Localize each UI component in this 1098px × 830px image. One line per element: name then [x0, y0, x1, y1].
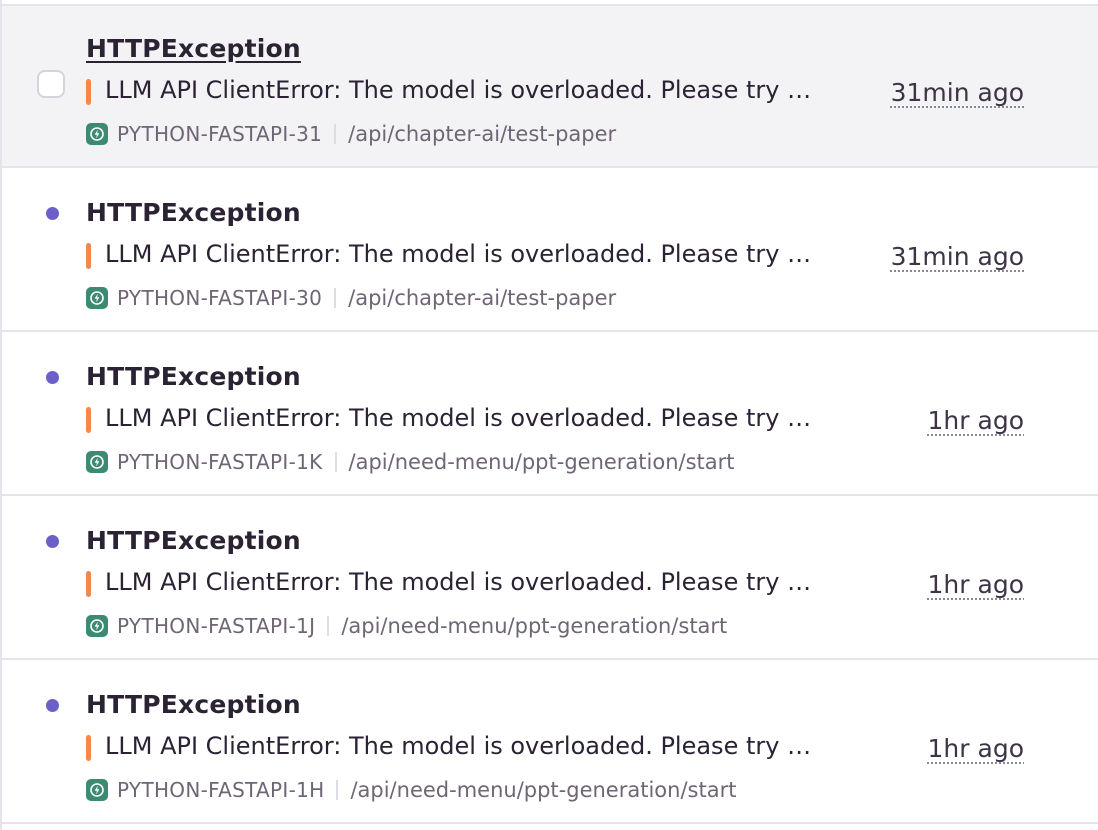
- issue-culprit: /api/need-menu/ppt-generation/start: [348, 450, 735, 474]
- issue-row[interactable]: HTTPException LLM API ClientError: The m…: [2, 498, 1098, 660]
- issue-title[interactable]: HTTPException: [86, 690, 301, 719]
- issue-list: HTTPException LLM API ClientError: The m…: [0, 0, 1098, 830]
- python-fastapi-bolt-icon: [86, 123, 108, 145]
- issue-last-seen[interactable]: 31min ago: [891, 242, 1024, 271]
- issue-message: LLM API ClientError: The model is overlo…: [105, 404, 821, 432]
- meta-separator: [334, 288, 337, 308]
- issue-last-seen[interactable]: 1hr ago: [928, 570, 1024, 599]
- issue-last-seen[interactable]: 31min ago: [891, 78, 1024, 107]
- issue-meta: PYTHON-FASTAPI-1J /api/need-menu/ppt-gen…: [86, 611, 727, 641]
- unread-indicator: [46, 699, 59, 712]
- issue-culprit: /api/chapter-ai/test-paper: [348, 286, 617, 310]
- issue-meta: PYTHON-FASTAPI-1K /api/need-menu/ppt-gen…: [86, 447, 735, 477]
- level-indicator: [86, 407, 91, 433]
- issue-last-seen[interactable]: 1hr ago: [928, 734, 1024, 763]
- issue-title[interactable]: HTTPException: [86, 526, 301, 555]
- level-indicator: [86, 243, 91, 269]
- issue-title[interactable]: HTTPException: [86, 34, 301, 63]
- unread-indicator: [46, 535, 59, 548]
- issue-short-id[interactable]: PYTHON-FASTAPI-30: [117, 286, 322, 310]
- issue-meta: PYTHON-FASTAPI-30 /api/chapter-ai/test-p…: [86, 283, 616, 313]
- issue-last-seen[interactable]: 1hr ago: [928, 406, 1024, 435]
- python-fastapi-bolt-icon: [86, 615, 108, 637]
- issue-short-id[interactable]: PYTHON-FASTAPI-1J: [117, 614, 315, 638]
- issue-culprit: /api/chapter-ai/test-paper: [348, 122, 617, 146]
- issue-row[interactable]: HTTPException LLM API ClientError: The m…: [2, 6, 1098, 168]
- level-indicator: [86, 571, 91, 597]
- python-fastapi-bolt-icon: [86, 779, 108, 801]
- issue-short-id[interactable]: PYTHON-FASTAPI-31: [117, 122, 322, 146]
- issue-culprit: /api/need-menu/ppt-generation/start: [341, 614, 728, 638]
- meta-separator: [327, 616, 330, 636]
- issue-meta: PYTHON-FASTAPI-31 /api/chapter-ai/test-p…: [86, 119, 616, 149]
- level-indicator: [86, 79, 91, 105]
- issue-short-id[interactable]: PYTHON-FASTAPI-1H: [117, 778, 324, 802]
- level-indicator: [86, 735, 91, 761]
- issue-message: LLM API ClientError: The model is overlo…: [105, 732, 821, 760]
- issue-meta: PYTHON-FASTAPI-1H /api/need-menu/ppt-gen…: [86, 775, 736, 805]
- issue-short-id[interactable]: PYTHON-FASTAPI-1K: [117, 450, 323, 474]
- issue-row[interactable]: HTTPException LLM API ClientError: The m…: [2, 334, 1098, 496]
- meta-separator: [336, 780, 339, 800]
- unread-indicator: [46, 207, 59, 220]
- issue-title[interactable]: HTTPException: [86, 362, 301, 391]
- issue-message: LLM API ClientError: The model is overlo…: [105, 568, 821, 596]
- python-fastapi-bolt-icon: [86, 451, 108, 473]
- issue-culprit: /api/need-menu/ppt-generation/start: [350, 778, 737, 802]
- issue-row[interactable]: HTTPException LLM API ClientError: The m…: [2, 662, 1098, 824]
- meta-separator: [334, 452, 337, 472]
- issue-message: LLM API ClientError: The model is overlo…: [105, 76, 821, 104]
- select-checkbox[interactable]: [37, 70, 65, 98]
- unread-indicator: [46, 371, 59, 384]
- issue-message: LLM API ClientError: The model is overlo…: [105, 240, 821, 268]
- meta-separator: [334, 124, 337, 144]
- issue-title[interactable]: HTTPException: [86, 198, 301, 227]
- issue-row[interactable]: HTTPException LLM API ClientError: The m…: [2, 170, 1098, 332]
- python-fastapi-bolt-icon: [86, 287, 108, 309]
